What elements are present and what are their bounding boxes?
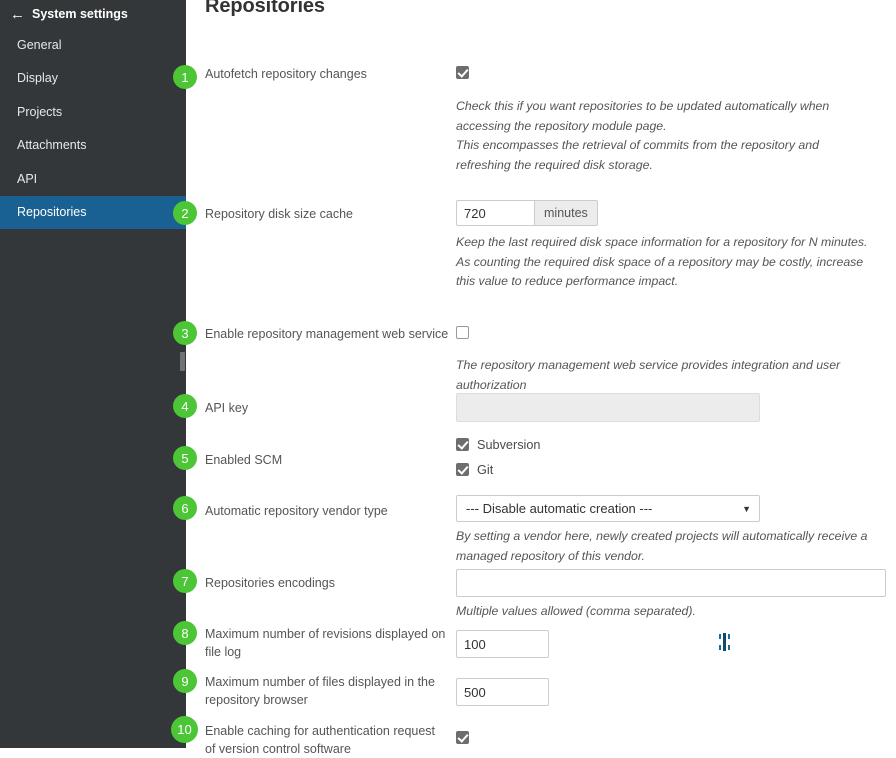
web-service-checkbox[interactable]: [456, 326, 469, 339]
max-revisions-input[interactable]: [456, 630, 549, 658]
web-service-help-line-1: The repository management web service pr…: [456, 356, 896, 395]
git-checkbox[interactable]: [456, 463, 469, 476]
main-content: Repositories 1 Autofetch repository chan…: [186, 0, 896, 757]
disk-cache-unit-addon: minutes: [534, 200, 598, 226]
max-files-input[interactable]: [456, 678, 549, 706]
disk-cache-input-group: minutes: [456, 200, 894, 226]
disk-cache-help-line-1: Keep the last required disk space inform…: [456, 233, 894, 253]
vendor-type-select[interactable]: --- Disable automatic creation --- ▼: [456, 495, 760, 522]
sidebar-header: ← System settings: [0, 0, 186, 28]
badge-6: 6: [173, 496, 197, 520]
subversion-label: Subversion: [477, 438, 540, 452]
disk-cache-label: Repository disk size cache: [205, 205, 450, 223]
sidebar-title: System settings: [32, 7, 128, 21]
max-files-label-line-2: repository browser: [205, 691, 450, 709]
disk-cache-help-line-2: As counting the required disk space of a…: [456, 253, 894, 273]
sidebar-item-label: General: [17, 38, 61, 52]
sidebar-scrollbar-thumb[interactable]: [180, 352, 185, 371]
sidebar: ← System settings General Display Projec…: [0, 0, 186, 748]
encodings-input[interactable]: [456, 569, 886, 597]
sidebar-item-general[interactable]: General: [0, 28, 186, 62]
badge-1: 1: [173, 65, 197, 89]
badge-2: 2: [173, 201, 197, 225]
scm-option-subversion[interactable]: Subversion: [456, 432, 540, 457]
auth-cache-checkbox[interactable]: [456, 731, 469, 744]
sidebar-item-label: Repositories: [17, 205, 86, 219]
auth-cache-label-line-2: of version control software: [205, 740, 455, 758]
sidebar-item-label: Attachments: [17, 138, 86, 152]
auth-cache-label-line-1: Enable caching for authentication reques…: [205, 722, 455, 740]
page-title: Repositories: [205, 0, 325, 18]
disk-cache-input[interactable]: [456, 200, 534, 226]
max-revisions-label: Maximum number of revisions displayed on…: [205, 625, 450, 661]
subversion-checkbox[interactable]: [456, 438, 469, 451]
autofetch-label: Autofetch repository changes: [205, 65, 450, 83]
sidebar-item-projects[interactable]: Projects: [0, 95, 186, 129]
autofetch-help-line-2: accessing the repository module page.: [456, 117, 896, 137]
vendor-type-selected-value: --- Disable automatic creation ---: [466, 501, 652, 516]
badge-4: 4: [173, 394, 197, 418]
badge-7: 7: [173, 569, 197, 593]
mouse-text-cursor: [719, 633, 730, 651]
badge-5: 5: [173, 446, 197, 470]
auth-cache-label: Enable caching for authentication reques…: [205, 722, 455, 758]
autofetch-help-line-4: refreshing the required disk storage.: [456, 156, 896, 176]
git-label: Git: [477, 463, 493, 477]
vendor-type-help-line-2: managed repository of this vendor.: [456, 547, 886, 567]
badge-10: 10: [171, 716, 198, 743]
badge-8: 8: [173, 621, 197, 645]
badge-9: 9: [173, 669, 197, 693]
sidebar-item-attachments[interactable]: Attachments: [0, 129, 186, 163]
max-revisions-label-line-2: file log: [205, 643, 450, 661]
autofetch-help-line-1: Check this if you want repositories to b…: [456, 97, 896, 117]
encodings-label: Repositories encodings: [205, 574, 450, 592]
max-files-label: Maximum number of files displayed in the…: [205, 673, 450, 709]
web-service-label: Enable repository management web service: [205, 325, 460, 343]
chevron-down-icon: ▼: [742, 504, 751, 514]
max-revisions-label-line-1: Maximum number of revisions displayed on: [205, 625, 450, 643]
encodings-help-line-1: Multiple values allowed (comma separated…: [456, 602, 886, 622]
sidebar-item-label: Projects: [17, 105, 62, 119]
api-key-input[interactable]: [456, 393, 760, 422]
sidebar-item-label: Display: [17, 71, 58, 85]
autofetch-help-line-3: This encompasses the retrieval of commit…: [456, 136, 896, 156]
sidebar-item-label: API: [17, 172, 37, 186]
vendor-type-help-line-1: By setting a vendor here, newly created …: [456, 527, 886, 547]
back-arrow-icon[interactable]: ←: [10, 7, 32, 22]
api-key-label: API key: [205, 399, 450, 417]
sidebar-item-repositories[interactable]: Repositories: [0, 196, 186, 230]
sidebar-item-api[interactable]: API: [0, 162, 186, 196]
sidebar-item-display[interactable]: Display: [0, 62, 186, 96]
autofetch-checkbox[interactable]: [456, 66, 469, 79]
disk-cache-help-line-3: this value to reduce performance impact.: [456, 272, 894, 292]
scm-option-git[interactable]: Git: [456, 457, 540, 482]
max-files-label-line-1: Maximum number of files displayed in the: [205, 673, 450, 691]
badge-3: 3: [173, 321, 197, 345]
enabled-scm-label: Enabled SCM: [205, 451, 450, 469]
vendor-type-label: Automatic repository vendor type: [205, 502, 450, 520]
